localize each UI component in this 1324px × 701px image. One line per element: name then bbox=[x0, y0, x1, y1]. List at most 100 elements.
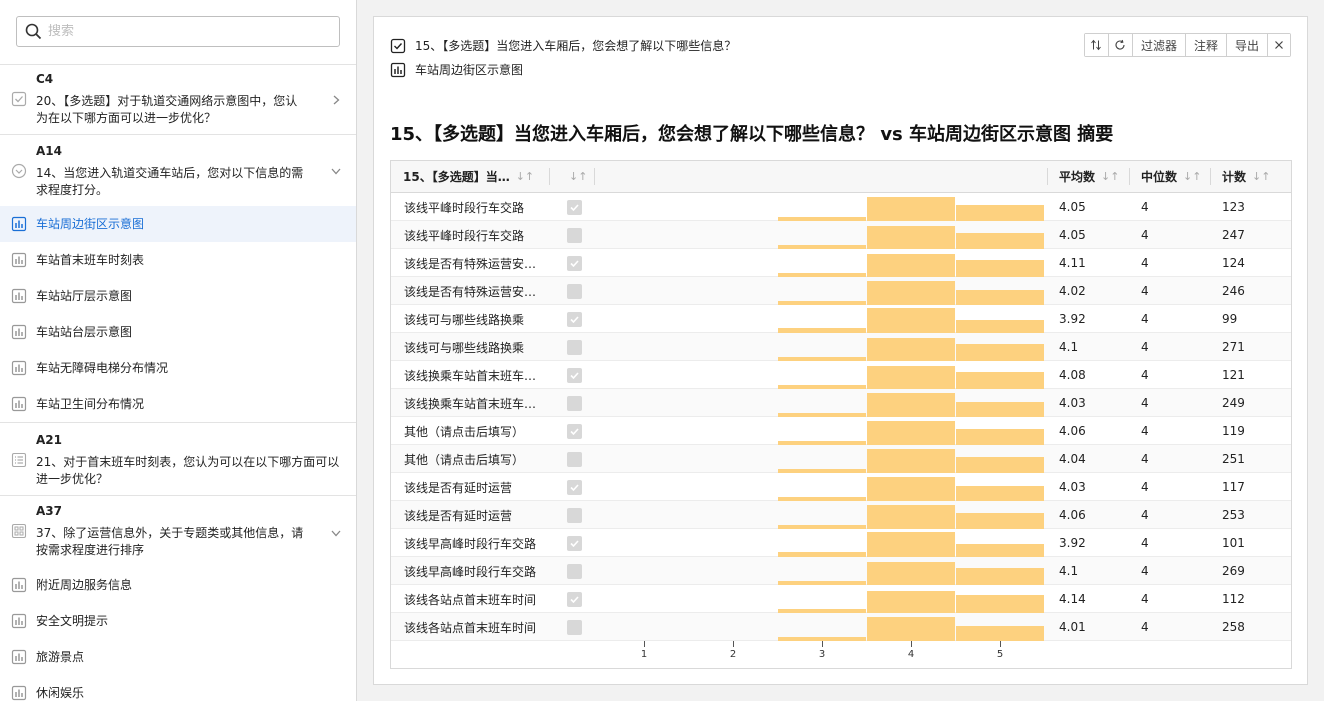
table-row[interactable]: 该线是否有特殊运营安… 4.02 4 246 bbox=[391, 277, 1291, 305]
row-median: 4 bbox=[1141, 228, 1149, 242]
sidebar-item[interactable]: 车站无障碍电梯分布情况 bbox=[0, 350, 356, 386]
table-row[interactable]: 该线是否有延时运营 4.03 4 117 bbox=[391, 473, 1291, 501]
distribution-bar bbox=[867, 477, 955, 501]
row-checkbox[interactable] bbox=[567, 396, 582, 411]
row-checkbox[interactable] bbox=[567, 312, 582, 327]
row-checkbox[interactable] bbox=[567, 508, 582, 523]
sidebar-item[interactable]: 旅游景点 bbox=[0, 639, 356, 675]
row-checkbox[interactable] bbox=[567, 284, 582, 299]
col-header-median-text: 中位数 bbox=[1141, 170, 1178, 184]
sidebar-item[interactable]: 车站周边街区示意图 bbox=[0, 206, 356, 242]
table-row[interactable]: 该线各站点首末班车时间 4.01 4 258 bbox=[391, 613, 1291, 641]
column-divider[interactable] bbox=[1047, 168, 1048, 185]
refresh-icon bbox=[1115, 39, 1126, 50]
row-count: 121 bbox=[1222, 368, 1245, 382]
table-row[interactable]: 该线早高峰时段行车交路 3.92 4 101 bbox=[391, 529, 1291, 557]
col-header-check[interactable]: ↓↑ bbox=[569, 161, 587, 192]
distribution-bar bbox=[956, 402, 1044, 417]
row-mean: 4.05 bbox=[1059, 200, 1086, 214]
row-count: 247 bbox=[1222, 228, 1245, 242]
question-block-a14[interactable]: A14 14、当您进入轨道交通车站后，您对以下信息的需求程度打分。 bbox=[0, 135, 356, 207]
sort-icon[interactable]: ↓↑ bbox=[516, 170, 534, 183]
row-mean: 4.1 bbox=[1059, 340, 1079, 354]
sort-icon[interactable]: ↓↑ bbox=[1183, 170, 1201, 183]
row-count: 271 bbox=[1222, 340, 1245, 354]
row-mean: 3.92 bbox=[1059, 312, 1086, 326]
bar-chart-icon bbox=[11, 577, 27, 593]
chevron-down-icon[interactable] bbox=[330, 165, 342, 177]
chevron-right-icon[interactable] bbox=[330, 94, 342, 106]
distribution-bar bbox=[956, 568, 1044, 585]
row-checkbox[interactable] bbox=[567, 536, 582, 551]
row-count: 119 bbox=[1222, 424, 1245, 438]
row-checkbox[interactable] bbox=[567, 256, 582, 271]
table-row[interactable]: 该线换乘车站首末班车… 4.08 4 121 bbox=[391, 361, 1291, 389]
distribution-bar bbox=[867, 505, 955, 529]
question-block-c4[interactable]: C4 20、【多选题】对于轨道交通网络示意图中，您认为在以下哪方面可以进一步优化… bbox=[0, 65, 356, 135]
row-median: 4 bbox=[1141, 452, 1149, 466]
axis-tick-label: 1 bbox=[640, 649, 648, 660]
row-count: 253 bbox=[1222, 508, 1245, 522]
rating-icon bbox=[11, 163, 27, 179]
chevron-down-icon[interactable] bbox=[330, 527, 342, 539]
sidebar-item[interactable]: 车站卫生间分布情况 bbox=[0, 386, 356, 422]
table-row[interactable]: 该线各站点首末班车时间 4.14 4 112 bbox=[391, 585, 1291, 613]
table-row[interactable]: 该线是否有延时运营 4.06 4 253 bbox=[391, 501, 1291, 529]
bar-chart-icon bbox=[11, 324, 27, 340]
col-header-count[interactable]: 计数 ↓↑ bbox=[1222, 161, 1270, 192]
row-checkbox[interactable] bbox=[567, 200, 582, 215]
search-input[interactable] bbox=[48, 24, 328, 39]
table-row[interactable]: 该线早高峰时段行车交路 4.1 4 269 bbox=[391, 557, 1291, 585]
row-checkbox[interactable] bbox=[567, 340, 582, 355]
sort-icon[interactable]: ↓↑ bbox=[1101, 170, 1119, 183]
column-divider[interactable] bbox=[1210, 168, 1211, 185]
filter-button[interactable]: 过滤器 bbox=[1132, 34, 1186, 56]
distribution-bar bbox=[867, 617, 955, 641]
sidebar-item[interactable]: 车站首末班车时刻表 bbox=[0, 242, 356, 278]
row-checkbox[interactable] bbox=[567, 592, 582, 607]
sidebar-item[interactable]: 车站站台层示意图 bbox=[0, 314, 356, 350]
column-divider[interactable] bbox=[549, 168, 550, 185]
sidebar-item[interactable]: 附近周边服务信息 bbox=[0, 567, 356, 603]
annotate-button[interactable]: 注释 bbox=[1185, 34, 1227, 56]
table-row[interactable]: 该线可与哪些线路换乘 3.92 4 99 bbox=[391, 305, 1291, 333]
table-row[interactable]: 其他（请点击后填写） 4.06 4 119 bbox=[391, 417, 1291, 445]
column-divider[interactable] bbox=[594, 168, 595, 185]
table-row[interactable]: 该线平峰时段行车交路 4.05 4 123 bbox=[391, 193, 1291, 221]
table-header: 15、【多选题】当… ↓↑ ↓↑ 平均数 ↓↑ 中位数 ↓↑ 计数 ↓↑ bbox=[391, 161, 1291, 193]
col-header-label[interactable]: 15、【多选题】当… ↓↑ bbox=[403, 161, 534, 192]
swap-button[interactable] bbox=[1084, 34, 1109, 56]
row-checkbox[interactable] bbox=[567, 424, 582, 439]
table-row[interactable]: 该线可与哪些线路换乘 4.1 4 271 bbox=[391, 333, 1291, 361]
table-row[interactable]: 该线平峰时段行车交路 4.05 4 247 bbox=[391, 221, 1291, 249]
sort-icon[interactable]: ↓↑ bbox=[1252, 170, 1270, 183]
table-row[interactable]: 该线是否有特殊运营安… 4.11 4 124 bbox=[391, 249, 1291, 277]
row-checkbox[interactable] bbox=[567, 228, 582, 243]
refresh-button[interactable] bbox=[1108, 34, 1133, 56]
row-checkbox[interactable] bbox=[567, 564, 582, 579]
row-checkbox[interactable] bbox=[567, 452, 582, 467]
bar-chart-icon bbox=[11, 252, 27, 268]
row-label: 该线平峰时段行车交路 bbox=[404, 228, 525, 243]
row-label: 该线各站点首末班车时间 bbox=[404, 592, 537, 607]
question-block-a21[interactable]: A21 21、对于首末班车时刻表，您认为可以在以下哪方面可以进一步优化？ bbox=[0, 422, 356, 496]
row-count: 249 bbox=[1222, 396, 1245, 410]
close-button[interactable] bbox=[1268, 34, 1290, 56]
row-checkbox[interactable] bbox=[567, 368, 582, 383]
sidebar-item[interactable]: 车站站厅层示意图 bbox=[0, 278, 356, 314]
table-row[interactable]: 其他（请点击后填写） 4.04 4 251 bbox=[391, 445, 1291, 473]
search-box[interactable] bbox=[16, 16, 340, 47]
sidebar-item[interactable]: 安全文明提示 bbox=[0, 603, 356, 639]
sidebar-item[interactable]: 休闲娱乐 bbox=[0, 675, 356, 701]
col-header-mean[interactable]: 平均数 ↓↑ bbox=[1059, 161, 1119, 192]
row-checkbox[interactable] bbox=[567, 620, 582, 635]
export-button[interactable]: 导出 bbox=[1226, 34, 1268, 56]
column-divider[interactable] bbox=[1129, 168, 1130, 185]
sort-icon[interactable]: ↓↑ bbox=[569, 170, 587, 183]
row-checkbox[interactable] bbox=[567, 480, 582, 495]
bar-chart-icon bbox=[11, 396, 27, 412]
search-area bbox=[0, 0, 356, 65]
question-block-a37[interactable]: A37 37、除了运营信息外，关于专题类或其他信息，请按需求程度进行排序 bbox=[0, 496, 356, 568]
col-header-median[interactable]: 中位数 ↓↑ bbox=[1141, 161, 1201, 192]
table-row[interactable]: 该线换乘车站首末班车… 4.03 4 249 bbox=[391, 389, 1291, 417]
